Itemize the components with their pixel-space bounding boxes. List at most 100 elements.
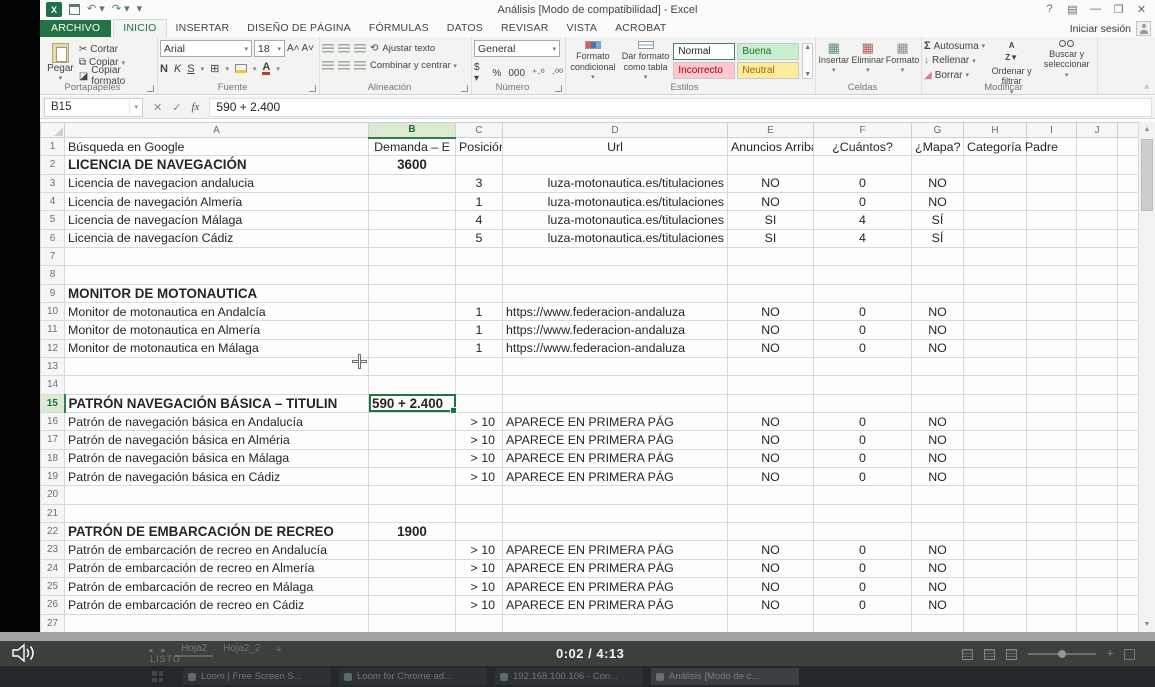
cell-B15[interactable]: 590 + 2.400 <box>369 394 456 412</box>
cell-I25[interactable] <box>1027 577 1077 595</box>
cell-C25[interactable]: > 10 <box>456 577 503 595</box>
cell-K16[interactable] <box>1118 412 1139 430</box>
cell-B10[interactable] <box>369 302 456 320</box>
row-header-22[interactable]: 22 <box>41 522 65 540</box>
cell-D18[interactable]: APARECE EN PRIMERA PÁG <box>503 449 728 467</box>
cell-A25[interactable]: Patrón de embarcación de recreo en Málag… <box>65 577 369 595</box>
cell-K21[interactable] <box>1118 504 1139 522</box>
row-header-10[interactable]: 10 <box>41 302 65 320</box>
cell-K7[interactable] <box>1118 247 1139 265</box>
cell-F10[interactable]: 0 <box>814 302 912 320</box>
cell-B20[interactable] <box>369 486 456 504</box>
cell-B27[interactable] <box>369 614 456 632</box>
cell-H2[interactable] <box>964 156 1027 174</box>
speaker-icon[interactable] <box>11 643 37 668</box>
row-header-26[interactable]: 26 <box>41 596 65 614</box>
cell-B22[interactable]: 1900 <box>369 522 456 540</box>
cell-C8[interactable] <box>456 266 503 284</box>
help-icon[interactable]: ? <box>1038 0 1061 18</box>
row-header-9[interactable]: 9 <box>41 284 65 302</box>
cell-I21[interactable] <box>1027 504 1077 522</box>
cell-B6[interactable] <box>369 229 456 247</box>
row-header-11[interactable]: 11 <box>41 321 65 339</box>
cell-C24[interactable]: > 10 <box>456 559 503 577</box>
cell-A9[interactable]: MONITOR DE MOTONAUTICA <box>65 284 369 302</box>
borders-icon[interactable]: ⊞ <box>210 62 219 75</box>
cell-E27[interactable] <box>728 614 814 632</box>
align-bottom-icon[interactable] <box>354 44 366 53</box>
row-header-25[interactable]: 25 <box>41 577 65 595</box>
tab-diseño-de-página[interactable]: DISEÑO DE PÁGINA <box>238 20 360 37</box>
cell-J4[interactable] <box>1077 192 1118 210</box>
scroll-down-icon[interactable]: ▼ <box>1139 617 1155 632</box>
cell-H17[interactable] <box>964 431 1027 449</box>
cell-A23[interactable]: Patrón de embarcación de recreo en Andal… <box>65 541 369 559</box>
tab-acrobat[interactable]: ACROBAT <box>606 20 675 37</box>
cell-H6[interactable] <box>964 229 1027 247</box>
cell-B26[interactable] <box>369 596 456 614</box>
cell-J5[interactable] <box>1077 211 1118 229</box>
cell-B5[interactable] <box>369 211 456 229</box>
cell-G24[interactable]: NO <box>912 559 964 577</box>
cell-D26[interactable]: APARECE EN PRIMERA PÁG <box>503 596 728 614</box>
cell-A14[interactable] <box>65 376 369 394</box>
cell-J11[interactable] <box>1077 321 1118 339</box>
insert-cells-button[interactable]: ▦ Insertar▾ <box>818 41 849 82</box>
cell-style-neutral[interactable]: Neutral <box>737 62 799 79</box>
cell-F13[interactable] <box>814 357 912 375</box>
row-header-20[interactable]: 20 <box>41 486 65 504</box>
increase-font-icon[interactable]: A˄ <box>287 43 300 54</box>
cell-B16[interactable] <box>369 412 456 430</box>
cell-J27[interactable] <box>1077 614 1118 632</box>
cell-G11[interactable]: NO <box>912 321 964 339</box>
cell-D15[interactable] <box>503 394 728 412</box>
cell-I14[interactable] <box>1027 376 1077 394</box>
clipboard-dialog-launcher-icon[interactable] <box>147 85 154 92</box>
cell-A17[interactable]: Patrón de navegación básica en Alméria <box>65 431 369 449</box>
cell-K27[interactable] <box>1118 614 1139 632</box>
cell-B3[interactable] <box>369 174 456 192</box>
row-header-4[interactable]: 4 <box>41 192 65 210</box>
cell-F2[interactable] <box>814 156 912 174</box>
cell-E26[interactable]: NO <box>728 596 814 614</box>
cell-I8[interactable] <box>1027 266 1077 284</box>
select-all-corner[interactable] <box>41 123 65 138</box>
cell-J12[interactable] <box>1077 339 1118 357</box>
cell-D24[interactable]: APARECE EN PRIMERA PÁG <box>503 559 728 577</box>
increase-decimal-icon[interactable]: ⁺·⁰ <box>532 68 545 79</box>
sign-in[interactable]: Iniciar sesión <box>1070 21 1151 36</box>
cell-J14[interactable] <box>1077 376 1118 394</box>
cell-E9[interactable] <box>728 284 814 302</box>
cell-H9[interactable] <box>964 284 1027 302</box>
taskbar-item-3[interactable]: 192.168.100.106 - Con... <box>495 668 643 685</box>
cell-I26[interactable] <box>1027 596 1077 614</box>
cell-E8[interactable] <box>728 266 814 284</box>
cell-A13[interactable] <box>65 357 369 375</box>
cell-H25[interactable] <box>964 577 1027 595</box>
cell-G12[interactable]: NO <box>912 339 964 357</box>
alignment-dialog-launcher-icon[interactable] <box>461 85 468 92</box>
insert-function-icon[interactable]: fx <box>191 101 199 113</box>
cell-E22[interactable] <box>728 522 814 540</box>
cell-D1[interactable]: Url <box>503 138 728 156</box>
cell-H8[interactable] <box>964 266 1027 284</box>
cell-F19[interactable]: 0 <box>814 467 912 485</box>
cell-I16[interactable] <box>1027 412 1077 430</box>
cell-H14[interactable] <box>964 376 1027 394</box>
cell-A5[interactable]: Licencia de navegacíon Málaga <box>65 211 369 229</box>
cell-K1[interactable] <box>1118 138 1139 156</box>
row-header-8[interactable]: 8 <box>41 266 65 284</box>
cell-B18[interactable] <box>369 449 456 467</box>
cell-H5[interactable] <box>964 211 1027 229</box>
row-header-2[interactable]: 2 <box>41 156 65 174</box>
cell-G6[interactable]: SÍ <box>912 229 964 247</box>
cell-B13[interactable] <box>369 357 456 375</box>
cell-F16[interactable]: 0 <box>814 412 912 430</box>
cell-E12[interactable]: NO <box>728 339 814 357</box>
cell-H26[interactable] <box>964 596 1027 614</box>
cell-G4[interactable]: NO <box>912 192 964 210</box>
cell-J21[interactable] <box>1077 504 1118 522</box>
restore-icon[interactable]: ❐ <box>1107 0 1130 18</box>
horizontal-scrollbar-strip[interactable] <box>0 632 1155 641</box>
cell-F21[interactable] <box>814 504 912 522</box>
